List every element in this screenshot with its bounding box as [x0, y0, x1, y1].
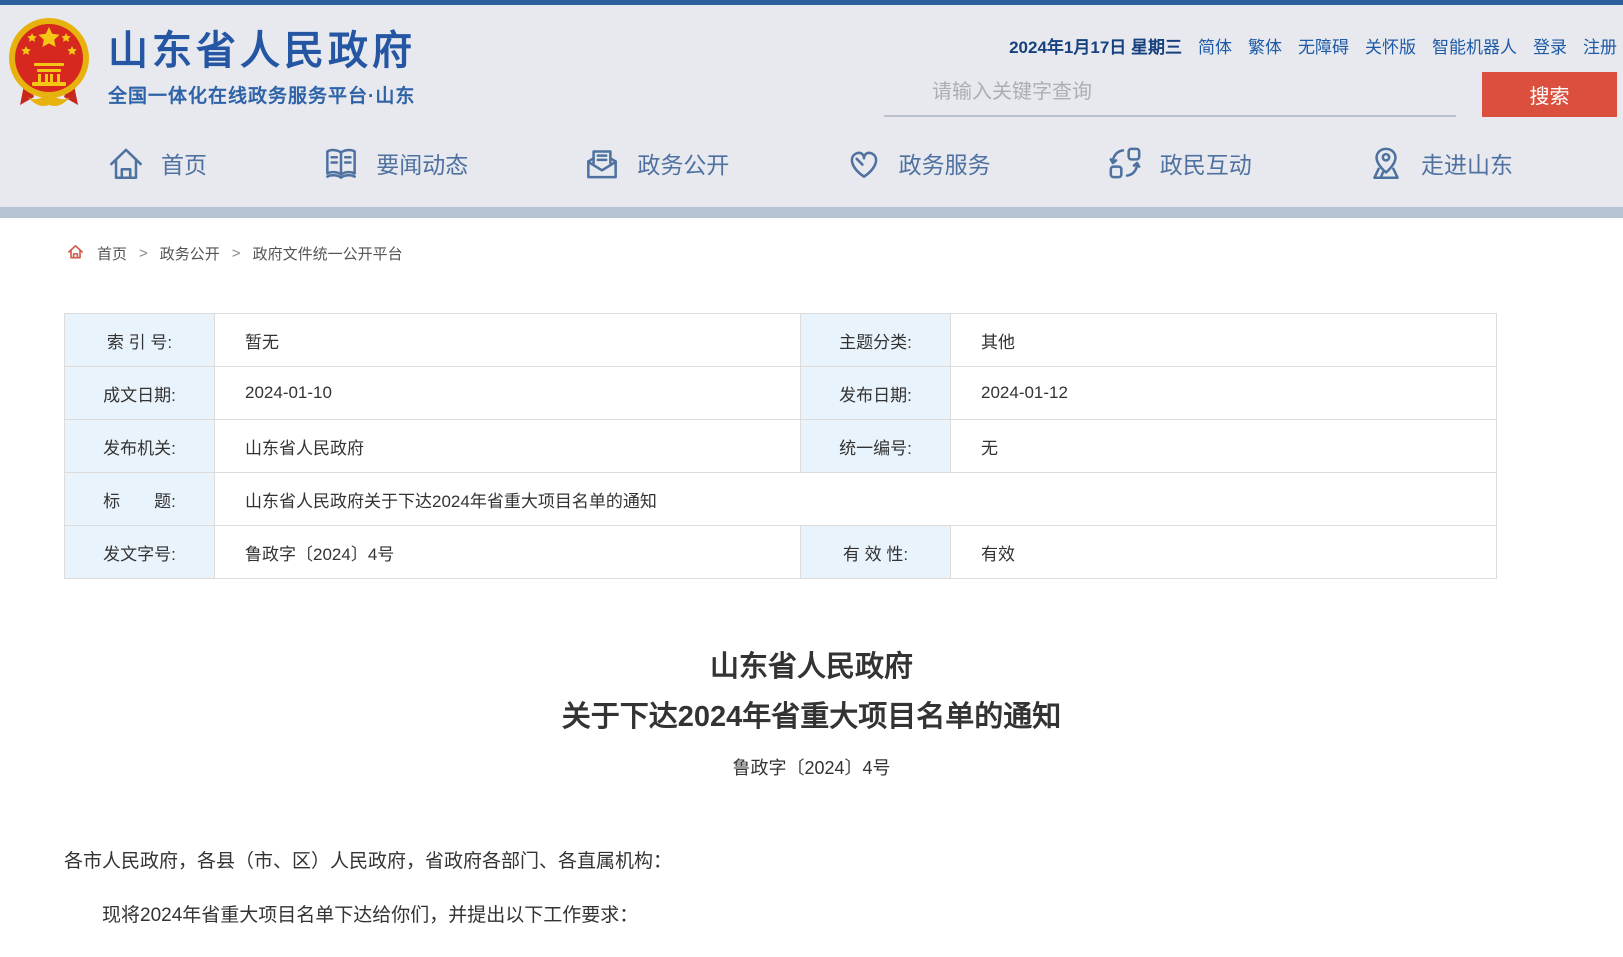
document-title-line2: 关于下达2024年省重大项目名单的通知 [0, 692, 1623, 742]
link-simplified[interactable]: 简体 [1198, 33, 1232, 58]
breadcrumb-item-disclosure[interactable]: 政务公开 [160, 243, 220, 264]
document-paragraph-intro: 现将2024年省重大项目名单下达给你们，并提出以下工作要求： [64, 900, 1559, 927]
meta-value-index-number: 暂无 [215, 314, 801, 367]
nav-label: 政民互动 [1160, 146, 1252, 180]
heart-icon [843, 142, 885, 184]
meta-label-title: 标 题: [65, 473, 215, 526]
meta-value-title: 山东省人民政府关于下达2024年省重大项目名单的通知 [215, 473, 1497, 526]
table-row: 发文字号: 鲁政字〔2024〕4号 有 效 性: 有效 [65, 526, 1497, 579]
national-emblem-icon [8, 13, 90, 118]
table-row: 成文日期: 2024-01-10 发布日期: 2024-01-12 [65, 367, 1497, 420]
site-subtitle: 全国一体化在线政务服务平台·山东 [108, 81, 416, 108]
meta-label-topic-category: 主题分类: [801, 314, 951, 367]
meta-value-unified-number: 无 [951, 420, 1497, 473]
breadcrumb-separator: > [232, 245, 241, 262]
nav-item-gov-disclosure[interactable]: 政务公开 [581, 142, 729, 184]
site-title: 山东省人民政府 [108, 29, 416, 73]
document-title-line1: 山东省人民政府 [0, 642, 1623, 692]
envelope-doc-icon [581, 142, 623, 184]
breadcrumb: 首页 > 政务公开 > 政府文件统一公开平台 [66, 242, 1623, 265]
breadcrumb-separator: > [139, 245, 148, 262]
link-care-version[interactable]: 关怀版 [1365, 33, 1416, 58]
meta-label-issuing-agency: 发布机关: [65, 420, 215, 473]
meta-label-doc-number: 发文字号: [65, 526, 215, 579]
breadcrumb-item-home[interactable]: 首页 [97, 243, 127, 264]
link-smart-robot[interactable]: 智能机器人 [1432, 33, 1517, 58]
meta-label-written-date: 成文日期: [65, 367, 215, 420]
link-login[interactable]: 登录 [1533, 33, 1567, 58]
search-button[interactable]: 搜索 [1482, 72, 1617, 117]
sync-icon [1104, 142, 1146, 184]
main-content: 首页 > 政务公开 > 政府文件统一公开平台 索 引 号: 暂无 主题分类: 其… [0, 242, 1623, 957]
document-body: 各市人民政府，各县（市、区）人民政府，省政府各部门、各直属机构： 现将2024年… [64, 846, 1559, 957]
brand-text: 山东省人民政府 全国一体化在线政务服务平台·山东 [108, 23, 416, 108]
nav-label: 走进山东 [1421, 146, 1513, 180]
meta-label-publish-date: 发布日期: [801, 367, 951, 420]
book-icon [320, 142, 362, 184]
main-nav: 首页 要闻动态 政务公开 政务服务 [0, 118, 1623, 207]
meta-label-unified-number: 统一编号: [801, 420, 951, 473]
header-right: 2024年1月17日 星期三 简体 繁体 无障碍 关怀版 智能机器人 登录 注册… [884, 33, 1617, 117]
meta-value-doc-number: 鲁政字〔2024〕4号 [215, 526, 801, 579]
map-pin-icon [1365, 142, 1407, 184]
table-row: 发布机关: 山东省人民政府 统一编号: 无 [65, 420, 1497, 473]
nav-label: 政务公开 [637, 146, 729, 180]
nav-item-news[interactable]: 要闻动态 [320, 142, 468, 184]
meta-table: 索 引 号: 暂无 主题分类: 其他 成文日期: 2024-01-10 发布日期… [64, 313, 1497, 579]
meta-label-index-number: 索 引 号: [65, 314, 215, 367]
nav-item-home[interactable]: 首页 [105, 142, 207, 184]
table-row: 标 题: 山东省人民政府关于下达2024年省重大项目名单的通知 [65, 473, 1497, 526]
validity-status-badge: 有效 [951, 526, 1497, 579]
search-input[interactable] [884, 75, 1456, 117]
nav-bottom-strip [0, 207, 1623, 218]
meta-value-issuing-agency: 山东省人民政府 [215, 420, 801, 473]
nav-item-interaction[interactable]: 政民互动 [1104, 142, 1252, 184]
brand[interactable]: 山东省人民政府 全国一体化在线政务服务平台·山东 [8, 13, 416, 118]
meta-label-validity: 有 效 性: [801, 526, 951, 579]
current-date: 2024年1月17日 星期三 [1009, 33, 1182, 58]
link-accessibility[interactable]: 无障碍 [1298, 33, 1349, 58]
site-header: 山东省人民政府 全国一体化在线政务服务平台·山东 2024年1月17日 星期三 … [0, 5, 1623, 118]
document-number: 鲁政字〔2024〕4号 [0, 754, 1623, 780]
nav-item-gov-services[interactable]: 政务服务 [843, 142, 991, 184]
link-register[interactable]: 注册 [1583, 33, 1617, 58]
nav-label: 首页 [161, 146, 207, 180]
home-icon [105, 142, 147, 184]
nav-label: 政务服务 [899, 146, 991, 180]
document-paragraph-salutation: 各市人民政府，各县（市、区）人民政府，省政府各部门、各直属机构： [64, 846, 1559, 873]
breadcrumb-item-platform[interactable]: 政府文件统一公开平台 [253, 243, 403, 264]
breadcrumb-home-icon[interactable] [66, 242, 85, 265]
meta-value-topic-category: 其他 [951, 314, 1497, 367]
quick-links-row: 2024年1月17日 星期三 简体 繁体 无障碍 关怀版 智能机器人 登录 注册 [884, 33, 1617, 58]
search-bar: 搜索 [884, 72, 1617, 117]
document-title: 山东省人民政府 关于下达2024年省重大项目名单的通知 [0, 642, 1623, 742]
meta-value-publish-date: 2024-01-12 [951, 367, 1497, 420]
nav-label: 要闻动态 [376, 146, 468, 180]
meta-value-written-date: 2024-01-10 [215, 367, 801, 420]
nav-item-about-shandong[interactable]: 走进山东 [1365, 142, 1513, 184]
link-traditional[interactable]: 繁体 [1248, 33, 1282, 58]
table-row: 索 引 号: 暂无 主题分类: 其他 [65, 314, 1497, 367]
